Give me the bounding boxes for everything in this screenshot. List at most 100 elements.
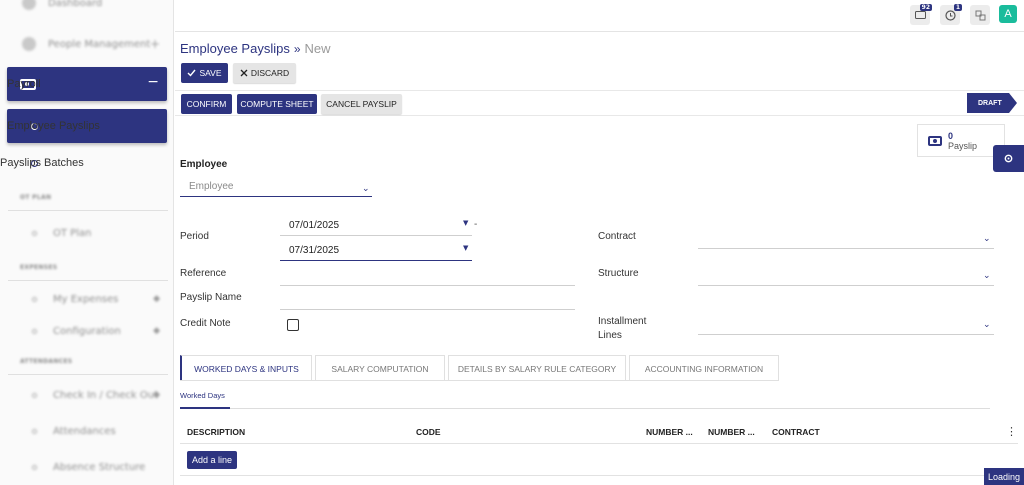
date-from-input[interactable]: 07/01/2025: [289, 220, 339, 231]
discard-button[interactable]: DISCARD: [233, 63, 296, 83]
breadcrumb-current: New: [304, 41, 331, 56]
sidebar-item-label: Payroll: [7, 78, 41, 90]
sidebar-item-check-in-out[interactable]: Check In / Check Out ◆: [0, 388, 174, 402]
reference-input[interactable]: [280, 285, 575, 286]
tab-salary-computation[interactable]: SALARY COMPUTATION: [315, 355, 445, 381]
messages-button[interactable]: 92: [910, 4, 932, 25]
column-code[interactable]: CODE: [416, 427, 441, 437]
column-number-days[interactable]: NUMBER ...: [646, 427, 693, 437]
close-icon: [240, 69, 248, 77]
table-bottom-border: [180, 475, 1018, 476]
tab-details-by-salary-rule-category[interactable]: DETAILS BY SALARY RULE CATEGORY: [448, 355, 626, 381]
confirm-button[interactable]: CONFIRM: [181, 94, 232, 114]
user-avatar[interactable]: A: [999, 5, 1017, 23]
employee-input[interactable]: Employee: [189, 181, 233, 192]
sidebar: Dashboard People Management + Payroll − …: [0, 0, 174, 485]
sidebar-item-my-expenses[interactable]: My Expenses ◆: [0, 292, 174, 306]
payslip-name-input[interactable]: [280, 309, 575, 310]
reference-label: Reference: [180, 268, 227, 279]
payslip-name-label: Payslip Name: [180, 292, 242, 303]
sidebar-item-label: Employee Payslips: [7, 120, 100, 132]
save-label: SAVE: [199, 68, 222, 78]
sidebar-item-payroll[interactable]: Payroll −: [7, 67, 167, 101]
chevron-down-icon[interactable]: ⌄: [362, 184, 370, 194]
period-label: Period: [180, 231, 209, 242]
sidebar-item-dashboard[interactable]: Dashboard: [0, 0, 174, 12]
gear-icon: [1004, 154, 1013, 163]
add-line-button[interactable]: Add a line: [187, 451, 237, 469]
circle-icon: [32, 464, 37, 470]
chevron-down-icon[interactable]: ⌄: [983, 320, 991, 330]
top-bar: 92 1 A: [175, 0, 1024, 32]
breadcrumb-parent[interactable]: Employee Payslips: [180, 41, 290, 56]
discard-label: DISCARD: [250, 68, 290, 78]
installment-label: Installment: [598, 316, 647, 327]
status-draft: DRAFT: [967, 93, 1017, 113]
circle-icon: [32, 296, 37, 302]
contract-label: Contract: [598, 231, 636, 242]
dashboard-icon: [22, 0, 36, 10]
payslip-label: Payslip: [948, 140, 978, 151]
sidebar-item-absence-structure[interactable]: Absence Structure: [0, 460, 174, 474]
cancel-payslip-button[interactable]: CANCEL PAYSLIP: [321, 94, 402, 114]
compute-sheet-button[interactable]: COMPUTE SHEET: [237, 94, 317, 114]
sidebar-item-configuration[interactable]: Configuration ◆: [0, 324, 174, 338]
expand-icon: ◆: [153, 326, 160, 336]
structure-input[interactable]: [698, 285, 994, 286]
expand-icon: ◆: [153, 390, 160, 400]
payslip-count: 0: [948, 130, 954, 141]
section-ot-plan: OT PLAN: [20, 194, 52, 201]
installment-label-line2: Lines: [598, 330, 622, 341]
sidebar-item-label: Absence Structure: [53, 461, 146, 473]
sidebar-item-employee-payslips[interactable]: Employee Payslips: [7, 109, 167, 143]
settings-tab[interactable]: [993, 145, 1024, 172]
subtab-worked-days[interactable]: Worked Days: [180, 391, 225, 400]
date-to-underline: [280, 260, 472, 261]
save-button[interactable]: SAVE: [181, 63, 228, 83]
sidebar-item-attendances[interactable]: Attendances: [0, 424, 174, 438]
activities-count-badge: 1: [953, 4, 962, 11]
chevron-down-icon[interactable]: ⌄: [983, 271, 991, 281]
sidebar-item-ot-plan[interactable]: OT Plan: [0, 226, 174, 240]
credit-note-checkbox[interactable]: [287, 319, 299, 331]
installment-lines-input[interactable]: [698, 334, 994, 335]
breadcrumb: Employee Payslips » New: [180, 41, 331, 56]
people-icon: [22, 37, 36, 51]
clock-icon: [944, 9, 956, 21]
circle-icon: [32, 230, 37, 236]
tab-accounting-information[interactable]: ACCOUNTING INFORMATION: [629, 355, 779, 381]
column-description[interactable]: DESCRIPTION: [187, 427, 245, 437]
more-options-icon[interactable]: ⋮: [1006, 425, 1017, 438]
caret-down-icon[interactable]: ▼: [463, 244, 468, 252]
sidebar-item-people-management[interactable]: People Management +: [0, 34, 174, 54]
notebook-tabs: WORKED DAYS & INPUTS SALARY COMPUTATION …: [180, 355, 782, 381]
chevron-down-icon[interactable]: ⌄: [983, 234, 991, 244]
sidebar-item-label: Dashboard: [48, 0, 103, 9]
caret-down-icon[interactable]: ▼: [463, 219, 468, 227]
payslip-smart-button[interactable]: 0 Payslip: [917, 124, 1005, 157]
employee-underline: [180, 196, 372, 197]
employee-label: Employee: [180, 159, 228, 170]
date-to-input[interactable]: 07/31/2025: [289, 245, 339, 256]
section-attendances: ATTENDANCES: [20, 358, 73, 365]
column-number-hours[interactable]: NUMBER ...: [708, 427, 755, 437]
collapse-icon[interactable]: −: [147, 74, 159, 90]
contract-input[interactable]: [698, 248, 994, 249]
divider: [8, 374, 168, 375]
sidebar-item-payslips-batches[interactable]: Payslips Batches: [0, 152, 174, 174]
date-from-underline: [280, 235, 472, 236]
sidebar-item-label: People Management: [48, 38, 151, 50]
tab-worked-days-inputs[interactable]: WORKED DAYS & INPUTS: [180, 355, 312, 381]
subtab-active-underline: [180, 407, 230, 409]
messages-count-badge: 92: [919, 4, 932, 11]
expand-icon: +: [149, 37, 160, 51]
sidebar-item-label: Attendances: [53, 425, 116, 437]
expand-icon: ◆: [153, 294, 160, 304]
column-contract[interactable]: CONTRACT: [772, 427, 820, 437]
divider: [8, 280, 168, 281]
activities-button[interactable]: 1: [940, 4, 962, 25]
tabs-divider: [180, 380, 778, 381]
chat-icon: [914, 10, 926, 19]
circle-icon: [32, 428, 37, 434]
switch-company-button[interactable]: [970, 5, 990, 25]
